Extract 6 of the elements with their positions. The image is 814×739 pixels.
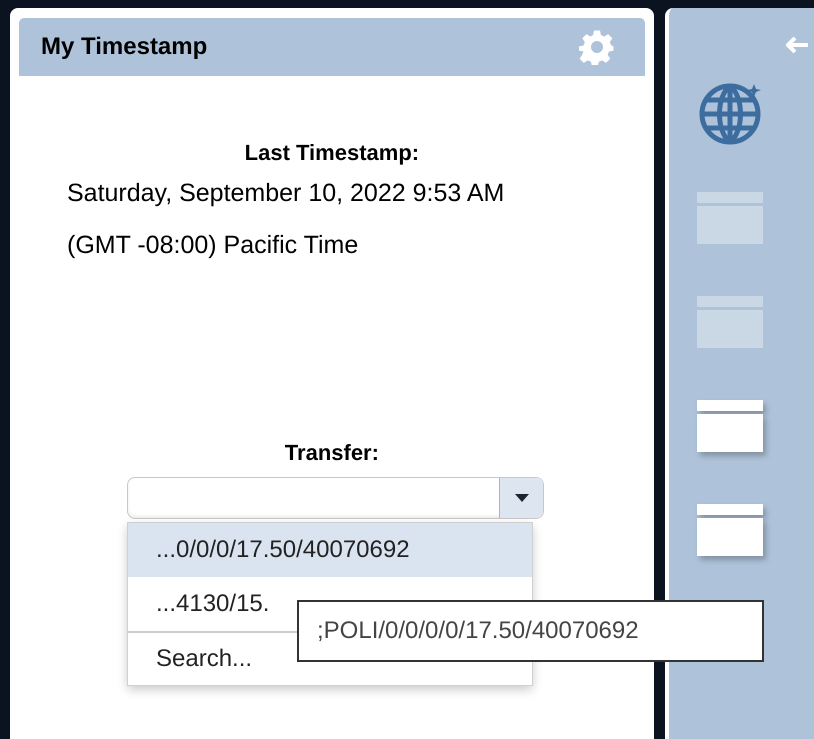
transfer-label: Transfer: <box>284 439 379 467</box>
tooltip: ;POLI/0/0/0/0/17.50/40070692 <box>297 600 764 662</box>
last-timestamp-label: Last Timestamp: <box>244 139 420 167</box>
panel-title: My Timestamp <box>41 32 208 62</box>
timestamp-date: Saturday, September 10, 2022 9:53 AM <box>67 178 504 209</box>
timezone-text: (GMT -08:00) Pacific Time <box>67 230 358 260</box>
